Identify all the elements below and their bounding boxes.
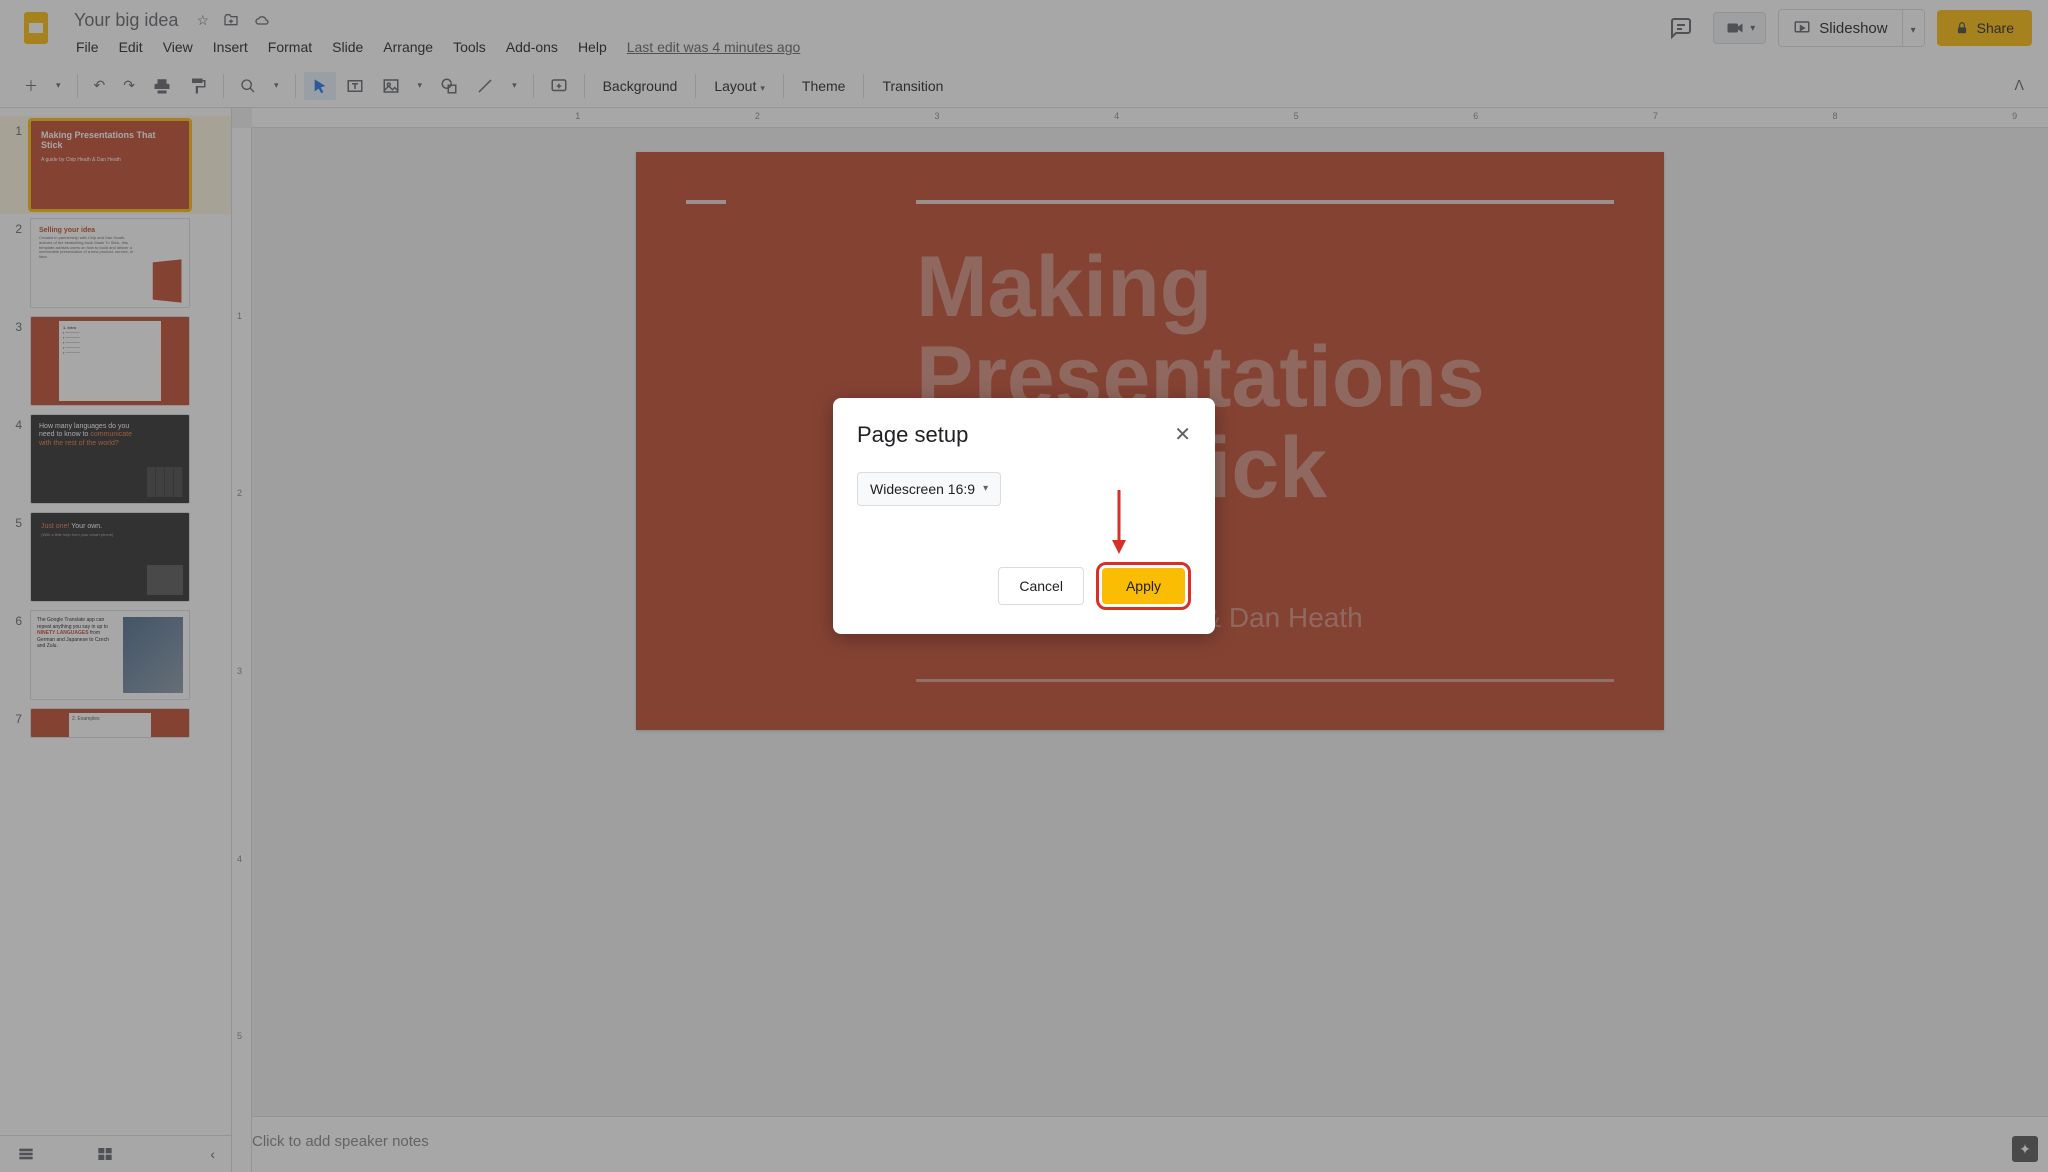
dialog-title: Page setup <box>857 422 968 448</box>
select-value: Widescreen 16:9 <box>870 481 975 497</box>
close-icon[interactable]: ✕ <box>1174 422 1191 447</box>
apply-button[interactable]: Apply <box>1102 568 1185 604</box>
page-setup-dialog: Page setup ✕ Widescreen 16:9 ▾ Cancel Ap… <box>833 398 1215 634</box>
annotation-arrow <box>1109 488 1129 558</box>
cancel-button[interactable]: Cancel <box>998 567 1084 605</box>
aspect-ratio-select[interactable]: Widescreen 16:9 ▾ <box>857 472 1001 506</box>
annotation-highlight: Apply <box>1096 562 1191 610</box>
chevron-down-icon: ▾ <box>983 483 988 494</box>
